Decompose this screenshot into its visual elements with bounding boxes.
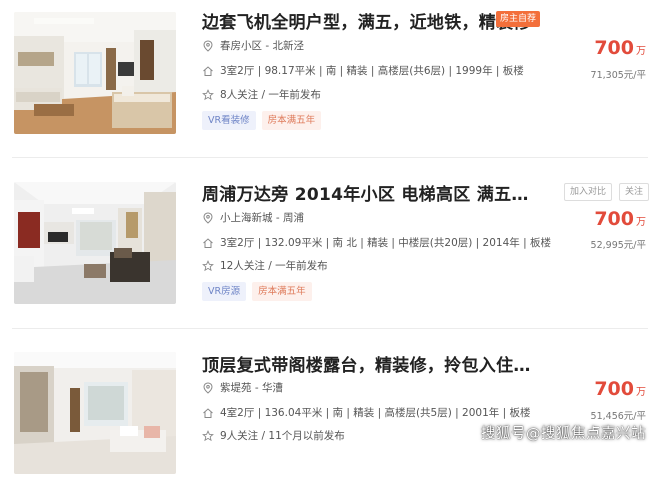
price-value: 700 bbox=[594, 378, 634, 400]
location-pin-icon bbox=[202, 381, 214, 394]
years-tag: 房本满五年 bbox=[252, 282, 312, 301]
owner-recommend-badge: 房主自荐 bbox=[496, 11, 541, 27]
specs-text: 4室2厅 | 136.04平米 | 南 | 精装 | 高楼层(共5层) | 20… bbox=[220, 407, 531, 419]
specs-row: 3室2厅 | 98.17平米 | 南 | 精装 | 高楼层(共6层) | 199… bbox=[202, 63, 524, 78]
house-icon bbox=[202, 237, 214, 249]
listing-photo[interactable] bbox=[14, 352, 176, 474]
star-icon bbox=[202, 429, 214, 442]
divider bbox=[12, 157, 648, 158]
unit-price: 52,995元/平 bbox=[590, 240, 646, 251]
price-unit: 万 bbox=[636, 217, 646, 228]
community-row: 小上海新城 - 周浦 bbox=[202, 210, 304, 225]
followers-row: 8人关注 / 一年前发布 bbox=[202, 87, 321, 102]
price-unit: 万 bbox=[636, 46, 646, 57]
listing-photo[interactable] bbox=[14, 12, 176, 134]
price-value: 700 bbox=[594, 208, 634, 230]
divider bbox=[12, 328, 648, 329]
followers-text: 8人关注 / 一年前发布 bbox=[220, 89, 321, 101]
vr-tag[interactable]: VR看装修 bbox=[202, 111, 256, 130]
tag-list: VR看装修 房本满五年 bbox=[202, 111, 322, 130]
community-link[interactable]: 紫堤苑 - 华漕 bbox=[220, 380, 283, 395]
follow-button[interactable]: 关注 bbox=[619, 183, 650, 201]
listing-card[interactable]: 边套飞机全明户型，满五，近地铁，精装修 房主自荐 春房小区 - 北新泾 3室2厅… bbox=[0, 0, 660, 160]
specs-text: 3室2厅 | 98.17平米 | 南 | 精装 | 高楼层(共6层) | 199… bbox=[220, 65, 524, 77]
price-value: 700 bbox=[594, 37, 634, 59]
unit-price: 71,305元/平 bbox=[590, 70, 646, 81]
followers-row: 9人关注 / 11个月以前发布 bbox=[202, 428, 345, 443]
specs-row: 4室2厅 | 136.04平米 | 南 | 精装 | 高楼层(共5层) | 20… bbox=[202, 405, 530, 420]
community-row: 春房小区 - 北新泾 bbox=[202, 38, 304, 53]
followers-text: 9人关注 / 11个月以前发布 bbox=[220, 430, 345, 442]
location-pin-icon bbox=[202, 211, 214, 224]
house-icon bbox=[202, 407, 214, 419]
community-link[interactable]: 小上海新城 - 周浦 bbox=[220, 210, 304, 225]
specs-row: 3室2厅 | 132.09平米 | 南 北 | 精装 | 中楼层(共20层) |… bbox=[202, 235, 551, 250]
add-to-compare-button[interactable]: 加入对比 bbox=[564, 183, 613, 201]
vr-tag[interactable]: VR房源 bbox=[202, 282, 247, 301]
followers-text: 12人关注 / 一年前发布 bbox=[220, 260, 328, 272]
watermark: 搜狐号@搜狐焦点嘉兴站 bbox=[481, 426, 646, 442]
star-icon bbox=[202, 88, 214, 101]
community-link[interactable]: 春房小区 - 北新泾 bbox=[220, 38, 304, 53]
listing-title[interactable]: 顶层复式带阁楼露台，精装修，拎包入住… bbox=[202, 351, 531, 376]
price-unit: 万 bbox=[636, 387, 646, 398]
listing-card[interactable]: 周浦万达旁 2014年小区 电梯高区 满五… 加入对比 关注 小上海新城 - 周… bbox=[0, 170, 660, 330]
followers-row: 12人关注 / 一年前发布 bbox=[202, 258, 328, 273]
listing-title[interactable]: 周浦万达旁 2014年小区 电梯高区 满五… bbox=[202, 180, 529, 205]
listing-card[interactable]: 顶层复式带阁楼露台，精装修，拎包入住… 紫堤苑 - 华漕 4室2厅 | 136.… bbox=[0, 340, 660, 500]
star-icon bbox=[202, 259, 214, 272]
total-price: 700 万 bbox=[594, 378, 646, 400]
unit-price: 51,456元/平 bbox=[590, 411, 646, 422]
listing-photo[interactable] bbox=[14, 182, 176, 304]
community-row: 紫堤苑 - 华漕 bbox=[202, 380, 283, 395]
tag-list: VR房源 房本满五年 bbox=[202, 282, 312, 301]
house-icon bbox=[202, 65, 214, 77]
total-price: 700 万 bbox=[594, 37, 646, 59]
years-tag: 房本满五年 bbox=[261, 111, 322, 130]
listing-title[interactable]: 边套飞机全明户型，满五，近地铁，精装修 bbox=[202, 8, 531, 33]
specs-text: 3室2厅 | 132.09平米 | 南 北 | 精装 | 中楼层(共20层) |… bbox=[220, 237, 551, 249]
total-price: 700 万 bbox=[594, 208, 646, 230]
location-pin-icon bbox=[202, 39, 214, 52]
